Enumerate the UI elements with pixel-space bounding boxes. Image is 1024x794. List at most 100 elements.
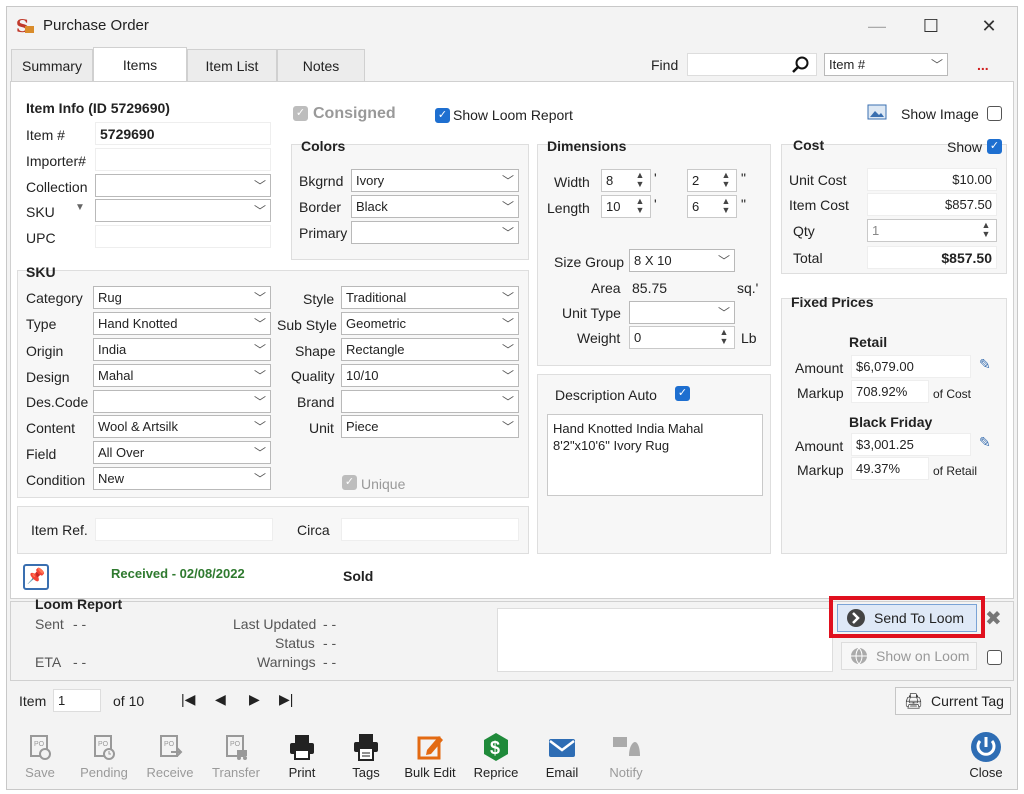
collection-select[interactable]: ﹀ [95, 174, 271, 197]
transfer-button[interactable]: PO Transfer [207, 729, 265, 780]
show-on-loom-checkbox[interactable] [987, 650, 1002, 665]
first-item-icon[interactable]: |◀ [181, 691, 195, 708]
qty-field[interactable]: 1 ▲ ▼ [867, 219, 997, 242]
length-inches-field[interactable]: 6 ▲ ▼ [687, 195, 737, 218]
importer-field[interactable] [95, 148, 271, 171]
size-group-select[interactable]: 8 X 10 ﹀ [629, 249, 735, 272]
more-options-button[interactable]: ... [977, 57, 989, 73]
pencil-icon[interactable]: ✎ [979, 434, 991, 451]
quality-select[interactable]: 10/10 ﹀ [341, 364, 519, 387]
width-inches-field[interactable]: 2 ▲ ▼ [687, 169, 737, 192]
collection-label: Collection [26, 179, 88, 195]
retail-markup-field[interactable]: 708.92% [851, 380, 929, 403]
border-select[interactable]: Black ﹀ [351, 195, 519, 218]
notify-button[interactable]: Notify [597, 729, 655, 780]
show-on-loom-button[interactable]: Show on Loom [841, 642, 977, 670]
sku-dropdown-icon[interactable]: ▼ [75, 202, 85, 213]
description-auto-checkbox[interactable]: ✓ [675, 386, 690, 401]
clear-icon[interactable]: ✖ [985, 606, 1002, 631]
spinner-icon[interactable]: ▲ ▼ [978, 221, 994, 240]
show-loom-report-checkbox[interactable]: ✓ [435, 108, 450, 123]
minimize-button[interactable]: — [855, 11, 899, 41]
description-textarea[interactable]: Hand Knotted India Mahal 8'2"x10'6" Ivory… [547, 414, 763, 496]
spinner-icon[interactable]: ▲ ▼ [632, 197, 648, 216]
retail-amount-field[interactable]: $6,079.00 [851, 355, 971, 378]
tags-button[interactable]: Tags [337, 729, 395, 780]
send-to-loom-button[interactable]: Send To Loom [837, 604, 977, 632]
spinner-icon[interactable]: ▲ ▼ [718, 197, 734, 216]
shape-select[interactable]: Rectangle ﹀ [341, 338, 519, 361]
close-label: Close [969, 765, 1003, 780]
print-button[interactable]: Print [273, 729, 331, 780]
save-button[interactable]: PO Save [11, 729, 69, 780]
circa-field[interactable] [341, 518, 519, 541]
cost-show-checkbox[interactable]: ✓ [987, 139, 1002, 154]
tab-items[interactable]: Items [93, 47, 187, 81]
chevron-down-icon: ﹀ [501, 395, 514, 409]
show-image-checkbox[interactable] [987, 106, 1002, 121]
bulk-edit-button[interactable]: Bulk Edit [401, 729, 459, 780]
weight-field[interactable]: 0 ▲ ▼ [629, 326, 735, 349]
email-button[interactable]: Email [533, 729, 591, 780]
item-nav-field[interactable]: 1 [53, 689, 101, 712]
bf-amount-field[interactable]: $3,001.25 [851, 433, 971, 456]
current-tag-button[interactable]: 🖨 Current Tag [895, 687, 1011, 715]
category-select[interactable]: Rug ﹀ [93, 286, 271, 309]
reprice-button[interactable]: $ Reprice [467, 729, 525, 780]
next-item-icon[interactable]: ▶ [249, 691, 260, 708]
length-feet-field[interactable]: 10 ▲ ▼ [601, 195, 651, 218]
tab-notes[interactable]: Notes [277, 49, 365, 81]
brand-select[interactable]: ﹀ [341, 390, 519, 413]
prev-item-icon[interactable]: ◀ [215, 691, 226, 708]
spinner-icon[interactable]: ▲ ▼ [718, 171, 734, 190]
find-by-select[interactable]: Item # ﹀ [824, 53, 948, 76]
last-item-icon[interactable]: ▶| [279, 691, 293, 708]
style-value: Traditional [346, 290, 407, 305]
primary-select[interactable]: ﹀ [351, 221, 519, 244]
receive-button[interactable]: PO Receive [141, 729, 199, 780]
width-feet-field[interactable]: 8 ▲ ▼ [601, 169, 651, 192]
style-select[interactable]: Traditional ﹀ [341, 286, 519, 309]
eta-label: ETA [35, 654, 62, 670]
upc-field[interactable] [95, 225, 271, 248]
tab-item-list[interactable]: Item List [187, 49, 277, 81]
consigned-checkbox[interactable]: ✓ [293, 106, 308, 121]
descode-select[interactable]: ﹀ [93, 390, 271, 413]
condition-value: New [98, 471, 125, 486]
substyle-select[interactable]: Geometric ﹀ [341, 312, 519, 335]
spinner-icon[interactable]: ▲ ▼ [716, 328, 732, 347]
unit-type-select[interactable]: ﹀ [629, 301, 735, 324]
border-label: Border [299, 199, 342, 215]
field-select[interactable]: All Over ﹀ [93, 441, 271, 464]
unit-cost-field[interactable]: $10.00 [867, 168, 997, 191]
tab-summary[interactable]: Summary [11, 49, 93, 81]
cost-header: Cost [793, 137, 825, 153]
close-window-button[interactable]: ✕ [967, 11, 1011, 41]
bf-markup-field[interactable]: 49.37% [851, 457, 929, 480]
length-feet-value: 10 [606, 199, 621, 214]
pin-icon[interactable]: 📌 [23, 564, 49, 590]
receive-label: Receive [146, 765, 194, 780]
image-icon[interactable] [867, 104, 887, 120]
item-ref-field[interactable] [95, 518, 273, 541]
origin-select[interactable]: India ﹀ [93, 338, 271, 361]
item-info-header: Item Info (ID 5729690) [26, 100, 170, 116]
sku-select[interactable]: ﹀ [95, 199, 271, 222]
search-icon[interactable] [791, 55, 811, 75]
maximize-button[interactable]: ☐ [909, 11, 953, 41]
substyle-value: Geometric [346, 316, 406, 331]
item-number-field[interactable]: 5729690 [95, 122, 271, 145]
type-select[interactable]: Hand Knotted ﹀ [93, 312, 271, 335]
unit-select[interactable]: Piece ﹀ [341, 415, 519, 438]
unique-checkbox[interactable]: ✓ [342, 475, 357, 490]
status-value: - - [323, 635, 337, 651]
design-select[interactable]: Mahal ﹀ [93, 364, 271, 387]
spinner-icon[interactable]: ▲ ▼ [632, 171, 648, 190]
pending-button[interactable]: PO Pending [75, 729, 133, 780]
content-select[interactable]: Wool & Artsilk ﹀ [93, 415, 271, 438]
pencil-icon[interactable]: ✎ [979, 356, 991, 373]
close-button[interactable]: Close [957, 729, 1015, 780]
condition-select[interactable]: New ﹀ [93, 467, 271, 490]
item-cost-field[interactable]: $857.50 [867, 193, 997, 216]
bkgrnd-select[interactable]: Ivory ﹀ [351, 169, 519, 192]
